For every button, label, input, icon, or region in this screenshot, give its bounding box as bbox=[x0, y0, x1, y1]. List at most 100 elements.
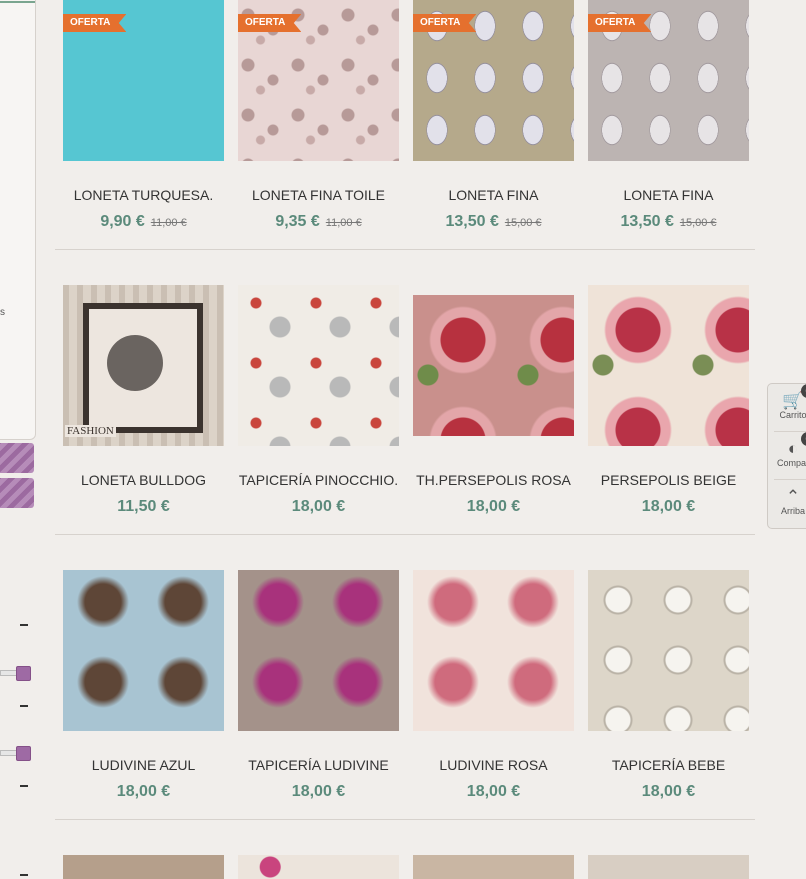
product-image[interactable] bbox=[238, 285, 399, 446]
product-price: 9,90 € bbox=[100, 213, 145, 230]
product-old-price: 15,00 € bbox=[504, 217, 542, 229]
product-card[interactable] bbox=[238, 855, 399, 879]
product-prices: 9,90 € 11,00 € bbox=[53, 213, 234, 231]
product-prices: 13,50 € 15,00 € bbox=[578, 213, 759, 231]
product-old-price: 11,00 € bbox=[325, 217, 362, 229]
product-image[interactable]: FASHION bbox=[63, 285, 224, 446]
product-price: 18,00 € bbox=[291, 498, 346, 515]
product-price: 18,00 € bbox=[641, 783, 696, 800]
product-old-price: 11,00 € bbox=[150, 217, 187, 229]
product-image[interactable] bbox=[413, 285, 574, 446]
product-price: 18,00 € bbox=[291, 783, 346, 800]
product-card[interactable]: PERSEPOLIS BEIGE 18,00 € bbox=[588, 285, 749, 515]
product-prices: 18,00 € bbox=[578, 783, 759, 801]
product-price: 11,50 € bbox=[117, 498, 170, 515]
product-price: 18,00 € bbox=[466, 783, 521, 800]
product-prices: 18,00 € bbox=[228, 498, 409, 516]
product-image[interactable] bbox=[238, 570, 399, 731]
offer-badge: OFERTA bbox=[238, 14, 302, 32]
product-name[interactable]: TH.PERSEPOLIS ROSA bbox=[403, 472, 584, 488]
compare-icon: ◐ bbox=[787, 439, 799, 458]
product-price: 18,00 € bbox=[641, 498, 696, 515]
cart-button[interactable]: 🛒 Carrito bbox=[768, 391, 806, 421]
product-name[interactable]: LONETA TURQUESA. bbox=[53, 187, 234, 203]
toolbar-divider bbox=[774, 479, 806, 480]
product-image[interactable] bbox=[588, 855, 749, 879]
product-image[interactable] bbox=[63, 855, 224, 879]
product-image[interactable] bbox=[413, 855, 574, 879]
product-name[interactable]: LONETA FINA bbox=[578, 187, 759, 203]
product-image[interactable]: OFERTA bbox=[238, 0, 399, 161]
product-card[interactable]: LUDIVINE ROSA 18,00 € bbox=[413, 570, 574, 800]
filter-minus-icon[interactable] bbox=[20, 624, 28, 626]
product-price: 9,35 € bbox=[275, 213, 320, 230]
product-name[interactable]: LUDIVINE ROSA bbox=[403, 757, 584, 773]
product-card[interactable]: FASHION LONETA BULLDOG 11,50 € bbox=[63, 285, 224, 515]
product-card[interactable]: OFERTA LONETA TURQUESA. 9,90 €11,00 € bbox=[63, 0, 224, 230]
compare-button[interactable]: ◐ Compar bbox=[768, 439, 806, 469]
sidebar-text-fragment: s bbox=[0, 307, 5, 318]
row-divider bbox=[55, 534, 755, 535]
product-old-price: 15,00 € bbox=[679, 217, 717, 229]
product-price: 18,00 € bbox=[466, 498, 521, 515]
floating-toolbar: 🛒 Carrito 0 ◐ Compar 0 ⌃ Arriba bbox=[767, 383, 806, 529]
product-prices: 13,50 € 15,00 € bbox=[403, 213, 584, 231]
product-name[interactable]: LONETA BULLDOG bbox=[53, 472, 234, 488]
filter-minus-icon[interactable] bbox=[20, 785, 28, 787]
product-name[interactable]: LUDIVINE AZUL bbox=[53, 757, 234, 773]
price-slider-handle[interactable] bbox=[16, 666, 31, 681]
product-name[interactable]: PERSEPOLIS BEIGE bbox=[578, 472, 759, 488]
product-card[interactable] bbox=[63, 855, 224, 879]
product-name[interactable]: TAPICERÍA PINOCCHIO. bbox=[228, 472, 409, 488]
fabric-swatch bbox=[413, 295, 574, 436]
product-card[interactable]: OFERTA LONETA FINA TOILE 9,35 €11,00 € bbox=[238, 0, 399, 230]
product-card[interactable] bbox=[413, 855, 574, 879]
product-prices: 9,35 € 11,00 € bbox=[228, 213, 409, 231]
product-image[interactable]: OFERTA bbox=[588, 0, 749, 161]
offer-badge: OFERTA bbox=[63, 14, 127, 32]
compare-label: Compar bbox=[776, 458, 806, 468]
product-card[interactable] bbox=[588, 855, 749, 879]
cart-label: Carrito bbox=[779, 410, 806, 420]
row-divider bbox=[55, 819, 755, 820]
toolbar-divider bbox=[774, 431, 806, 432]
row-divider bbox=[55, 249, 755, 250]
product-prices: 18,00 € bbox=[53, 783, 234, 801]
sidebar-accent-bar bbox=[0, 1, 35, 3]
product-name[interactable]: LONETA FINA bbox=[403, 187, 584, 203]
bulldog-illustration bbox=[107, 335, 163, 391]
back-to-top-label: Arriba bbox=[780, 506, 805, 516]
product-card[interactable]: OFERTA LONETA FINA 13,50 €15,00 € bbox=[413, 0, 574, 230]
product-prices: 18,00 € bbox=[403, 498, 584, 516]
filter-minus-icon[interactable] bbox=[20, 705, 28, 707]
product-image[interactable] bbox=[588, 285, 749, 446]
product-prices: 11,50 € bbox=[53, 498, 234, 516]
product-card[interactable]: TH.PERSEPOLIS ROSA 18,00 € bbox=[413, 285, 574, 515]
product-price: 13,50 € bbox=[445, 213, 499, 230]
sidebar-button-1[interactable] bbox=[0, 443, 34, 473]
sidebar-button-2[interactable] bbox=[0, 478, 34, 508]
product-image[interactable] bbox=[63, 570, 224, 731]
product-prices: 18,00 € bbox=[403, 783, 584, 801]
product-image[interactable]: OFERTA bbox=[413, 0, 574, 161]
product-name[interactable]: TAPICERÍA BEBE bbox=[578, 757, 759, 773]
product-name[interactable]: TAPICERÍA LUDIVINE bbox=[228, 757, 409, 773]
product-card[interactable]: LUDIVINE AZUL 18,00 € bbox=[63, 570, 224, 800]
product-image[interactable] bbox=[238, 855, 399, 879]
product-card[interactable]: TAPICERÍA PINOCCHIO. 18,00 € bbox=[238, 285, 399, 515]
product-card[interactable]: TAPICERÍA BEBE 18,00 € bbox=[588, 570, 749, 800]
product-name[interactable]: LONETA FINA TOILE bbox=[228, 187, 409, 203]
filter-minus-icon[interactable] bbox=[20, 874, 28, 876]
product-image[interactable] bbox=[588, 570, 749, 731]
product-card[interactable]: OFERTA LONETA FINA 13,50 €15,00 € bbox=[588, 0, 749, 230]
price-slider-handle[interactable] bbox=[16, 746, 31, 761]
back-to-top-button[interactable]: ⌃ Arriba bbox=[768, 488, 806, 517]
product-card[interactable]: TAPICERÍA LUDIVINE 18,00 € bbox=[238, 570, 399, 800]
product-prices: 18,00 € bbox=[228, 783, 409, 801]
product-image[interactable] bbox=[413, 570, 574, 731]
product-image[interactable]: OFERTA bbox=[63, 0, 224, 161]
product-prices: 18,00 € bbox=[578, 498, 759, 516]
cart-icon: 🛒 bbox=[782, 391, 804, 410]
thumb-text: FASHION bbox=[65, 425, 116, 437]
sidebar-panel: s bbox=[0, 0, 36, 440]
